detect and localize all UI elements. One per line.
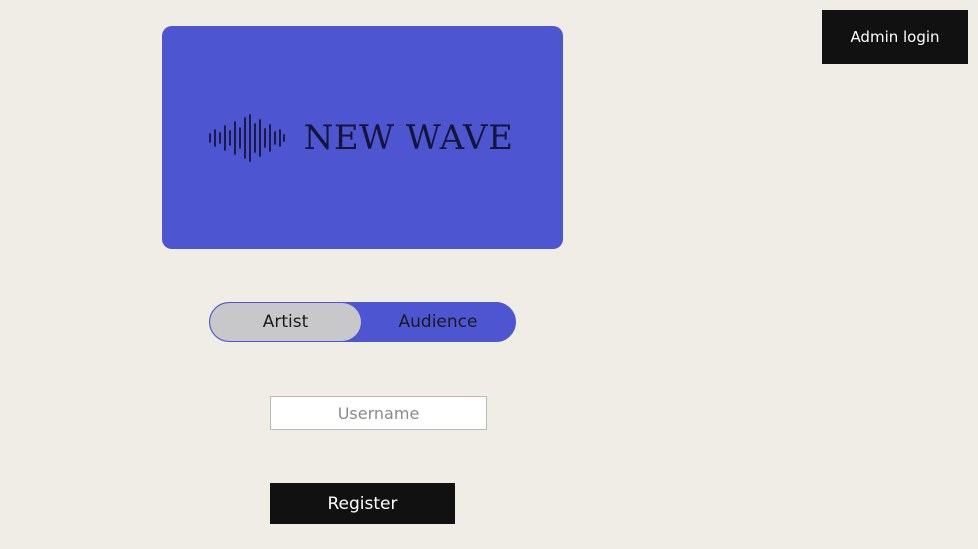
toggle-option-artist[interactable]: Artist (210, 303, 361, 341)
username-input[interactable] (270, 396, 487, 430)
toggle-option-audience[interactable]: Audience (361, 303, 515, 341)
role-toggle: Artist Audience (209, 302, 516, 342)
register-button[interactable]: Register (270, 483, 455, 524)
logo: NEW WAVE (208, 113, 514, 162)
admin-login-button[interactable]: Admin login (822, 10, 968, 64)
brand-name: NEW WAVE (303, 117, 514, 158)
sound-wave-icon (208, 113, 285, 162)
logo-card: NEW WAVE (162, 26, 563, 249)
